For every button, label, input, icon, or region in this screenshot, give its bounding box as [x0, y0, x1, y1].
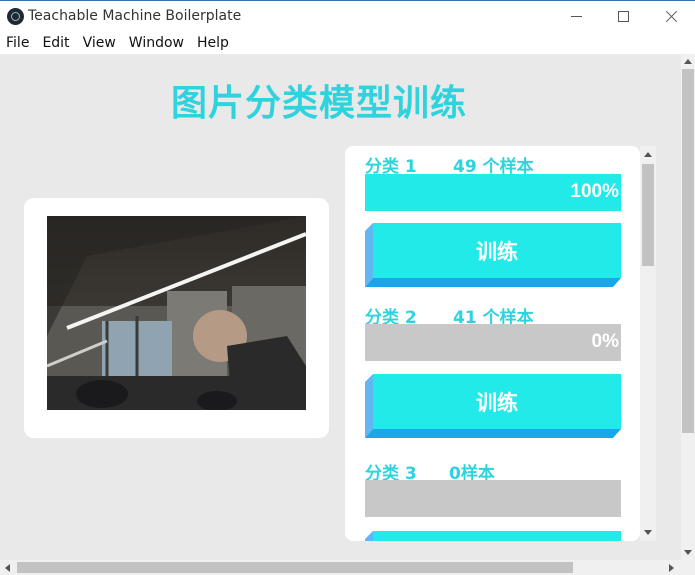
window-horizontal-scrollbar[interactable] — [0, 560, 695, 575]
class-2-train-label: 训练 — [373, 374, 621, 429]
menu-window[interactable]: Window — [129, 35, 184, 51]
scroll-left-icon[interactable] — [5, 564, 10, 572]
window-vertical-scrollbar[interactable] — [681, 54, 695, 560]
class-1-train-label: 训练 — [373, 223, 621, 278]
scroll-thumb[interactable] — [682, 69, 694, 433]
class-2-train-button[interactable]: 训练 — [365, 374, 621, 438]
class-2-progress-label: 0% — [591, 331, 619, 352]
class-2-progress: 0% — [365, 324, 621, 361]
scroll-thumb[interactable] — [642, 164, 654, 266]
scroll-down-icon[interactable] — [644, 530, 652, 535]
menu-view[interactable]: View — [83, 35, 116, 51]
minimize-icon — [570, 16, 582, 17]
scroll-down-icon[interactable] — [684, 550, 692, 555]
maximize-button[interactable] — [600, 1, 646, 32]
scroll-right-icon[interactable] — [669, 564, 674, 572]
button-bottom — [365, 429, 621, 438]
title-bar: Teachable Machine Boilerplate — [0, 0, 695, 32]
menu-edit[interactable]: Edit — [42, 35, 69, 51]
class-1-progress-label: 100% — [570, 181, 619, 202]
class-3-train-button[interactable]: 训练 — [365, 531, 621, 541]
window-title: Teachable Machine Boilerplate — [28, 8, 242, 24]
maximize-icon — [617, 11, 629, 22]
menu-file[interactable]: File — [6, 35, 29, 51]
page-title: 图片分类模型训练 — [170, 82, 467, 124]
app-icon — [7, 8, 24, 25]
webcam-preview — [47, 216, 306, 410]
button-bottom — [365, 278, 621, 287]
class-3-progress — [365, 480, 621, 517]
scroll-thumb[interactable] — [17, 562, 573, 573]
button-side — [365, 531, 373, 541]
close-button[interactable] — [648, 1, 694, 32]
menu-help[interactable]: Help — [197, 35, 229, 51]
class-3-train-label: 训练 — [373, 531, 621, 541]
class-1-train-button[interactable]: 训练 — [365, 223, 621, 287]
close-icon — [665, 10, 678, 23]
main-content: 图片分类模型训练 分类 1 49 个样本 100% 训练 分类 2 41 个样本… — [0, 54, 681, 560]
webcam-card — [24, 198, 329, 438]
class-1-progress: 100% — [365, 174, 621, 211]
class-list-scrollbar[interactable] — [640, 146, 656, 541]
minimize-button[interactable] — [553, 1, 599, 32]
class-list-panel: 分类 1 49 个样本 100% 训练 分类 2 41 个样本 0% 训练 分类 3… — [345, 146, 640, 541]
scroll-up-icon[interactable] — [644, 152, 652, 157]
scroll-up-icon[interactable] — [684, 59, 692, 64]
webcam-image — [47, 216, 306, 410]
button-side — [365, 374, 373, 438]
button-side — [365, 223, 373, 287]
menu-bar: File Edit View Window Help — [0, 32, 695, 54]
